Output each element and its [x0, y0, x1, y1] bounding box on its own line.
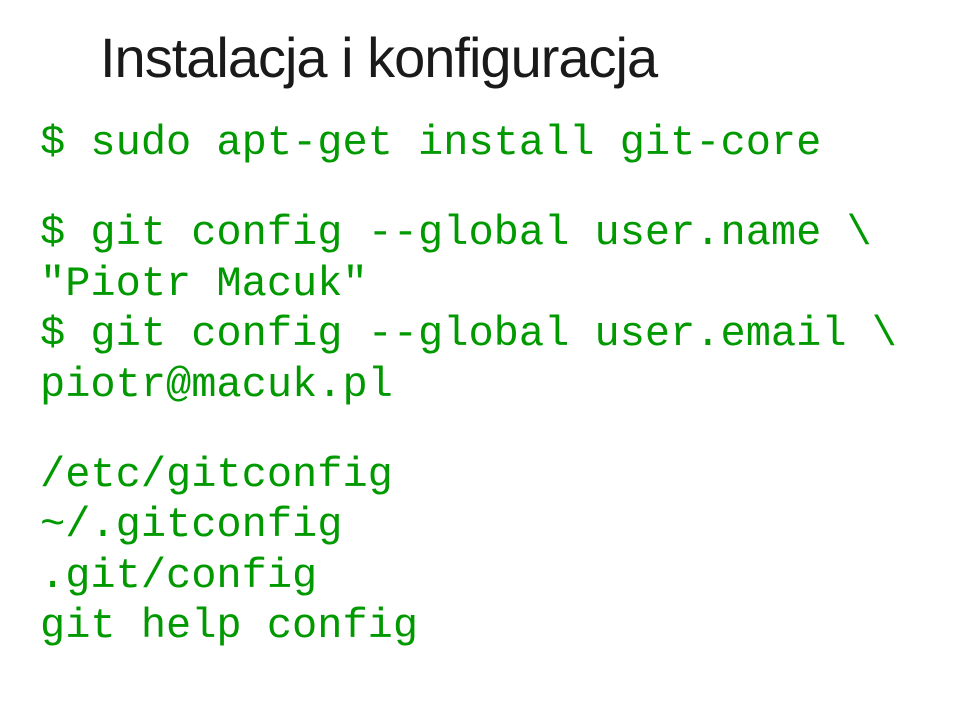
code-line: /etc/gitconfig — [40, 450, 919, 500]
code-line: .git/config — [40, 551, 919, 601]
slide-title: Instalacja i konfiguracja — [100, 25, 919, 90]
code-line: ~/.gitconfig — [40, 500, 919, 550]
code-line: git help config — [40, 601, 919, 651]
code-block-paths: /etc/gitconfig ~/.gitconfig .git/config … — [40, 450, 919, 652]
code-block-install: $ sudo apt-get install git-core — [40, 118, 919, 168]
code-line: $ git config --global user.email \ — [40, 309, 919, 359]
code-line: $ sudo apt-get install git-core — [40, 118, 919, 168]
code-line: piotr@macuk.pl — [40, 360, 919, 410]
code-block-config: $ git config --global user.name \ "Piotr… — [40, 208, 919, 410]
code-line: $ git config --global user.name \ — [40, 208, 919, 258]
code-line: "Piotr Macuk" — [40, 259, 919, 309]
